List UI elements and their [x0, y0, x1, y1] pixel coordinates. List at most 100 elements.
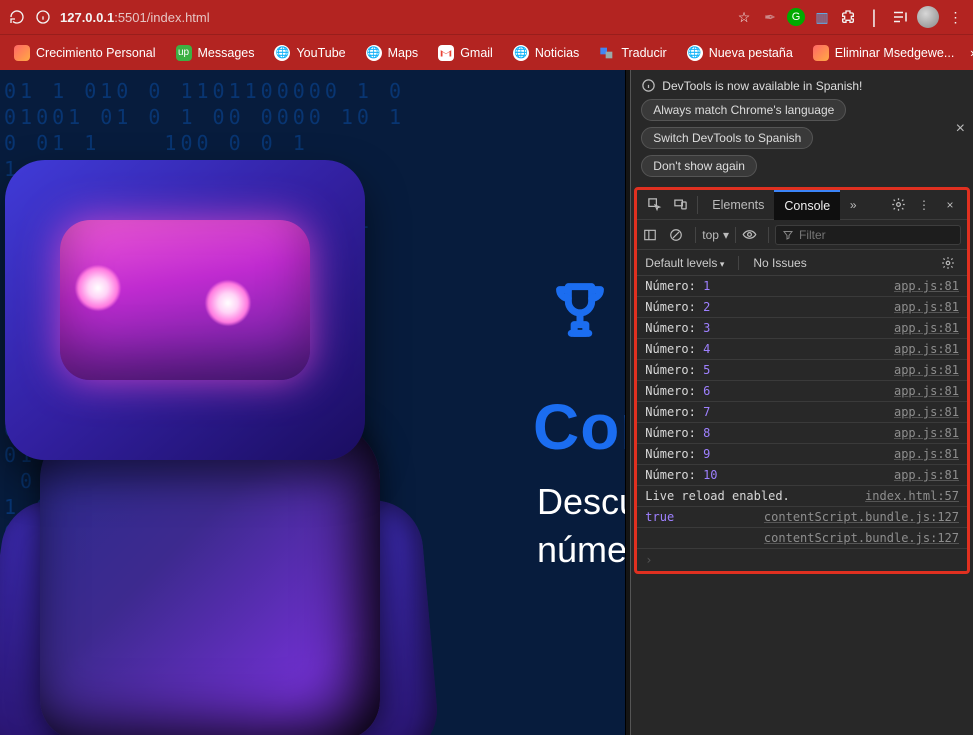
- log-source-link[interactable]: app.js:81: [894, 405, 959, 419]
- devtools-tabs: Elements Console » ⋮ ×: [637, 190, 967, 220]
- device-toolbar-icon[interactable]: [667, 190, 693, 220]
- webpage-viewport: 01 1 010 0 1101100000 1 0 01001 01 0 1 0…: [0, 70, 625, 735]
- console-sidebar-toggle-icon[interactable]: [643, 228, 663, 242]
- reading-list-icon[interactable]: [891, 8, 909, 26]
- console-log-row[interactable]: Número: 10app.js:81: [637, 465, 967, 486]
- log-source-link[interactable]: index.html:57: [865, 489, 959, 503]
- notes-ext-icon[interactable]: ▥: [813, 8, 831, 26]
- settings-gear-icon[interactable]: [885, 190, 911, 220]
- favicon-icon: [14, 45, 30, 61]
- globe-icon: 🌐: [513, 45, 529, 61]
- console-settings-gear-icon[interactable]: [941, 256, 959, 270]
- console-prompt[interactable]: ›: [637, 549, 967, 571]
- log-source-link[interactable]: app.js:81: [894, 300, 959, 314]
- page-subtitle: Descub número: [537, 478, 625, 574]
- log-source-link[interactable]: contentScript.bundle.js:127: [764, 531, 959, 545]
- banner-switch-lang-button[interactable]: Switch DevTools to Spanish: [641, 127, 813, 149]
- bookmark-label: Maps: [388, 46, 419, 60]
- globe-icon: 🌐: [274, 45, 290, 61]
- console-log-row[interactable]: Número: 2app.js:81: [637, 297, 967, 318]
- devtools-menu-icon[interactable]: ⋮: [911, 190, 937, 220]
- bookmark-label: Crecimiento Personal: [36, 46, 156, 60]
- bookmark-label: YouTube: [296, 46, 345, 60]
- filter-text-field[interactable]: [799, 228, 954, 242]
- gmail-icon: [438, 45, 454, 61]
- console-log-row[interactable]: Número: 7app.js:81: [637, 402, 967, 423]
- url-text[interactable]: 127.0.0.1:5501/index.html: [60, 10, 210, 25]
- console-highlight-region: Elements Console » ⋮ × top ▾: [634, 187, 970, 574]
- tabs-overflow-icon[interactable]: »: [840, 190, 866, 220]
- banner-dismiss-button[interactable]: Don't show again: [641, 155, 757, 177]
- live-expression-icon[interactable]: [742, 227, 762, 242]
- bookmark-label: Messages: [198, 46, 255, 60]
- bookmark-item[interactable]: 🌐 Noticias: [505, 42, 587, 64]
- bookmark-item[interactable]: 🌐 Maps: [358, 42, 427, 64]
- log-source-link[interactable]: contentScript.bundle.js:127: [764, 510, 959, 524]
- bookmark-item[interactable]: Eliminar Msedgewe...: [805, 42, 963, 64]
- favicon-icon: [813, 45, 829, 61]
- site-info-icon[interactable]: [34, 8, 52, 26]
- bookmarks-bar: Crecimiento Personal up Messages 🌐 YouTube 🌐 M…: [0, 34, 973, 70]
- bookmark-item[interactable]: 🌐 Nueva pestaña: [679, 42, 801, 64]
- console-toolbar-2: Default levels No Issues: [637, 250, 967, 276]
- log-levels-dropdown[interactable]: Default levels: [645, 256, 724, 270]
- devtools-lang-banner: DevTools is now available in Spanish! Al…: [631, 70, 973, 187]
- inspect-element-icon[interactable]: [641, 190, 667, 220]
- banner-close-icon[interactable]: ×: [956, 120, 965, 138]
- menu-dots-icon[interactable]: ⋮: [947, 8, 965, 26]
- translate-icon: [599, 45, 615, 61]
- console-log-row[interactable]: contentScript.bundle.js:127: [637, 528, 967, 549]
- log-source-link[interactable]: app.js:81: [894, 426, 959, 440]
- console-log-row[interactable]: Live reload enabled.index.html:57: [637, 486, 967, 507]
- divider: |: [865, 8, 883, 26]
- bookmark-star-icon[interactable]: ☆: [735, 8, 753, 26]
- grammarly-ext-icon[interactable]: G: [787, 8, 805, 26]
- trophy-icon: [545, 275, 615, 345]
- console-log-row[interactable]: Número: 6app.js:81: [637, 381, 967, 402]
- bookmark-item[interactable]: Crecimiento Personal: [6, 42, 164, 64]
- robot-illustration: [0, 130, 500, 735]
- console-log-row[interactable]: Número: 9app.js:81: [637, 444, 967, 465]
- log-source-link[interactable]: app.js:81: [894, 384, 959, 398]
- console-log-row[interactable]: Número: 1app.js:81: [637, 276, 967, 297]
- log-source-link[interactable]: app.js:81: [894, 468, 959, 482]
- clear-console-icon[interactable]: [669, 228, 689, 242]
- bookmark-item[interactable]: up Messages: [168, 42, 263, 64]
- log-source-link[interactable]: app.js:81: [894, 321, 959, 335]
- console-log-row[interactable]: Número: 8app.js:81: [637, 423, 967, 444]
- upwork-icon: up: [176, 45, 192, 61]
- log-source-link[interactable]: app.js:81: [894, 363, 959, 377]
- banner-match-lang-button[interactable]: Always match Chrome's language: [641, 99, 846, 121]
- bookmark-label: Gmail: [460, 46, 493, 60]
- console-log-list: Número: 1app.js:81Número: 2app.js:81Núme…: [637, 276, 967, 549]
- devtools-panel: DevTools is now available in Spanish! Al…: [631, 70, 973, 735]
- log-source-link[interactable]: app.js:81: [894, 279, 959, 293]
- issues-link[interactable]: No Issues: [753, 256, 806, 270]
- divider: [697, 196, 698, 214]
- devtools-close-icon[interactable]: ×: [937, 190, 963, 220]
- console-log-row[interactable]: Número: 4app.js:81: [637, 339, 967, 360]
- bookmark-item[interactable]: Traducir: [591, 42, 674, 64]
- reload-icon[interactable]: [8, 8, 26, 26]
- bookmark-label: Eliminar Msedgewe...: [835, 46, 955, 60]
- globe-icon: 🌐: [366, 45, 382, 61]
- feather-ext-icon[interactable]: ✒: [761, 8, 779, 26]
- bookmark-label: Nueva pestaña: [709, 46, 793, 60]
- bookmark-label: Noticias: [535, 46, 579, 60]
- execution-context-dropdown[interactable]: top ▾: [702, 228, 729, 242]
- console-log-row[interactable]: Número: 3app.js:81: [637, 318, 967, 339]
- bookmark-item[interactable]: 🌐 YouTube: [266, 42, 353, 64]
- console-log-row[interactable]: truecontentScript.bundle.js:127: [637, 507, 967, 528]
- page-title: Cor: [533, 390, 625, 464]
- log-source-link[interactable]: app.js:81: [894, 447, 959, 461]
- profile-avatar[interactable]: [917, 6, 939, 28]
- tab-console[interactable]: Console: [774, 190, 840, 220]
- console-log-row[interactable]: Número: 5app.js:81: [637, 360, 967, 381]
- extensions-icon[interactable]: [839, 8, 857, 26]
- globe-icon: 🌐: [687, 45, 703, 61]
- log-source-link[interactable]: app.js:81: [894, 342, 959, 356]
- banner-text: DevTools is now available in Spanish!: [662, 79, 862, 93]
- console-filter-input[interactable]: [775, 225, 961, 245]
- bookmark-item[interactable]: Gmail: [430, 42, 501, 64]
- tab-elements[interactable]: Elements: [702, 190, 774, 220]
